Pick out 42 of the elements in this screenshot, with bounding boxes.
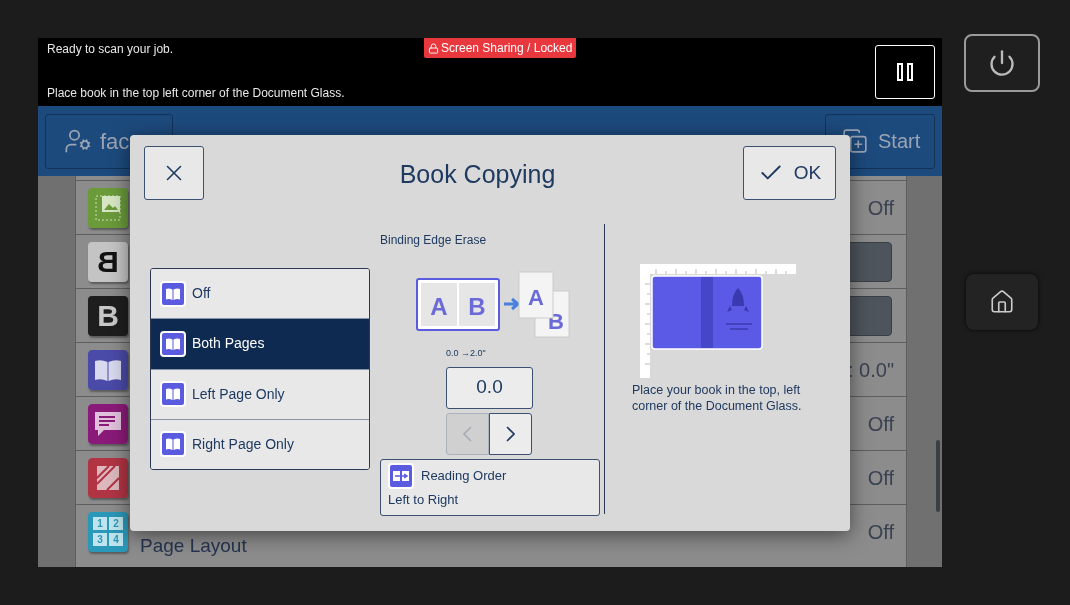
option-item[interactable]: Left Page Only [151, 368, 369, 419]
book-icon [160, 381, 186, 408]
reading-order-button[interactable]: Reading Order Left to Right [380, 458, 600, 516]
feature-value: Off [867, 411, 894, 437]
status-message: Ready to scan your job. [47, 41, 174, 58]
grid-icon: 1 2 3 4 [88, 511, 128, 552]
increase-button[interactable] [489, 412, 532, 455]
copy-plus-icon [842, 128, 868, 154]
screen-sharing-badge: Screen Sharing / Locked [424, 38, 577, 58]
lock-icon [428, 42, 439, 54]
feature-value: Off [867, 519, 894, 545]
book-icon [160, 280, 186, 307]
power-button[interactable] [964, 34, 1040, 92]
feature-value: Off [867, 195, 894, 221]
ok-button[interactable]: OK [743, 146, 836, 200]
letter-glyph: B [97, 246, 119, 277]
chevron-left-icon [463, 425, 472, 442]
pause-icon [896, 63, 914, 81]
dialog-title: Book Copying [399, 159, 556, 190]
letter-glyph: B [97, 300, 119, 331]
power-icon [988, 49, 1016, 77]
user-settings-icon [64, 127, 92, 155]
close-button[interactable] [144, 146, 204, 200]
reading-order-icon [388, 462, 414, 489]
option-item[interactable]: Off [151, 269, 369, 319]
feature-label: Page Layout [140, 534, 247, 557]
chevron-right-icon [506, 425, 515, 442]
book-icon [160, 431, 186, 458]
scrollbar[interactable] [936, 440, 940, 512]
instruction-text: Place book in the top left corner of the Document Glass. [47, 85, 345, 102]
value-field[interactable]: 0.0 [446, 366, 533, 409]
book-icon [160, 330, 186, 357]
home-icon [989, 289, 1015, 315]
feature-value: Off [867, 465, 894, 491]
feature-value: : 0.0" [848, 357, 894, 383]
range-text: 0.0 →2.0" [446, 347, 487, 360]
pause-button[interactable] [875, 45, 935, 99]
home-button[interactable] [966, 274, 1038, 330]
option-item[interactable]: Both Pages [151, 318, 369, 369]
section-label: Binding Edge Erase [380, 232, 488, 249]
placement-hint: Place your book in the top, left corner of the Document Glass. [632, 382, 803, 414]
option-item[interactable]: Right Page Only [151, 418, 369, 469]
